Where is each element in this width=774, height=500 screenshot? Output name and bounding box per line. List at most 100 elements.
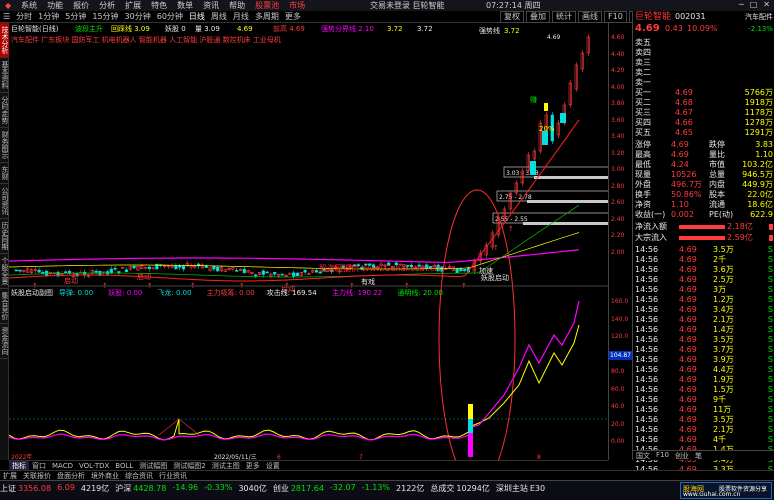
- stat-value: 4.24: [671, 160, 689, 169]
- panel-tab[interactable]: 国文: [633, 451, 653, 460]
- sidebar-tab[interactable]: 基本资料: [0, 58, 9, 93]
- kline-chart-svg[interactable]: 巨轮智能(日线) 波段主升 回踩线 3.09 妖股 0 量 3.09 4.69 前高 4…: [8, 23, 610, 487]
- sidebar-tab[interactable]: 历史同期: [0, 219, 9, 254]
- stat-value: 10526: [671, 170, 697, 179]
- quote-row: 14:56 4.69 2.1万 S: [635, 315, 773, 325]
- indicator-tab[interactable]: 设置: [263, 461, 283, 471]
- sidebar-tab[interactable]: 分时走势: [0, 93, 9, 128]
- info-tab[interactable]: 境外商业: [88, 471, 122, 481]
- toolbar-button[interactable]: 画线: [578, 10, 602, 23]
- stock-name: 巨轮智能: [635, 12, 672, 22]
- tick-volume: 3.6万: [713, 265, 734, 274]
- menu-item[interactable]: 分析: [94, 0, 120, 11]
- menu-item[interactable]: 特色: [146, 0, 172, 11]
- flow-bar: [679, 236, 725, 240]
- sidebar-tab[interactable]: 公司资讯: [0, 184, 9, 219]
- menu-item[interactable]: 功能: [42, 0, 68, 11]
- period-tab[interactable]: 15分钟: [89, 11, 121, 22]
- indicator-tab[interactable]: MACD: [49, 462, 76, 470]
- sidebar-tab[interactable]: 技术分析: [0, 23, 9, 58]
- menu-item[interactable]: 数单: [172, 0, 198, 11]
- candle-body: [292, 272, 296, 277]
- menu-item[interactable]: 系统: [16, 0, 42, 11]
- chart-area[interactable]: 巨轮智能(日线) 波段主升 回踩线 3.09 妖股 0 量 3.09 4.69 前高 4…: [8, 23, 610, 487]
- quote-row: 买二 4.68 1918万: [635, 98, 773, 108]
- tick-side: S: [767, 415, 773, 424]
- period-tab[interactable]: 分时: [13, 11, 35, 22]
- indicator-tab[interactable]: 窗口: [29, 461, 49, 471]
- period-tab[interactable]: 多周期: [252, 11, 282, 22]
- indicator-tab[interactable]: 测试主图: [209, 461, 243, 471]
- tick-time: 14:56: [635, 345, 659, 354]
- period-tab[interactable]: 月线: [230, 11, 252, 22]
- period-tab[interactable]: 5分钟: [62, 11, 89, 22]
- panel-tab[interactable]: 笔: [692, 451, 705, 460]
- menu-item[interactable]: 帮助: [224, 0, 250, 11]
- panel-tab[interactable]: F10: [653, 451, 672, 460]
- menu-highlight-item[interactable]: 市场: [284, 0, 310, 11]
- sidebar-tab[interactable]: 集合竞价: [0, 289, 9, 324]
- minimize-icon[interactable]: ─: [739, 0, 744, 9]
- indicator-field: 飞龙: 0.00: [157, 288, 191, 297]
- menu-item[interactable]: 扩展: [120, 0, 146, 11]
- tick-price: 4.69: [679, 405, 697, 414]
- info-tab[interactable]: 扩展: [0, 471, 20, 481]
- candle-body: [174, 265, 178, 270]
- quote-row: 14:56 4.69 3.5万 S: [635, 415, 773, 425]
- quote-row: 卖二: [635, 68, 773, 78]
- sidebar-tab[interactable]: 个股全景: [0, 254, 9, 289]
- period-tab[interactable]: 周线: [208, 11, 230, 22]
- panel-tab[interactable]: 创业: [672, 451, 692, 460]
- indicator-field: 通明线: 20.00: [397, 288, 443, 297]
- info-tab[interactable]: 关联报价: [20, 471, 54, 481]
- period-tab[interactable]: 60分钟: [154, 11, 186, 22]
- period-tab[interactable]: 更多: [282, 11, 304, 22]
- price-zone-bar: [527, 200, 609, 203]
- panel-tabs: 国文 F10 创业笔: [633, 450, 774, 460]
- close-icon[interactable]: ✕: [763, 0, 770, 9]
- indicator-tab[interactable]: 测试幅图: [136, 461, 170, 471]
- indicator-tab[interactable]: 测试幅图2: [170, 461, 208, 471]
- indicator-tab[interactable]: 更多: [243, 461, 263, 471]
- price-axis-tick: 3.80: [611, 100, 625, 107]
- toolbar-button[interactable]: 统计: [552, 10, 576, 23]
- info-tab[interactable]: 盘面分析: [54, 471, 88, 481]
- stat-label: 收益(一): [635, 210, 666, 219]
- ticker-label: 沪深: [115, 484, 132, 493]
- price-pct: 10.09%: [687, 24, 718, 33]
- stat-label: 量比: [709, 150, 725, 159]
- ticker-value: -0.33%: [204, 483, 233, 492]
- quote-row: 买一 4.69 5766万: [635, 88, 773, 98]
- toolbar-button[interactable]: 叠加: [526, 10, 550, 23]
- maximize-icon[interactable]: □: [750, 0, 758, 9]
- menu-highlight-item[interactable]: 股票池: [250, 0, 284, 11]
- info-tabs: 扩展 关联报价 盘面分析 境外商业 综合资讯 行业资讯: [0, 470, 774, 480]
- candle-body: [459, 268, 463, 272]
- menu-item[interactable]: 资讯: [198, 0, 224, 11]
- candle-body: [455, 268, 459, 274]
- toolbar-menu-icon[interactable]: ☰: [0, 12, 13, 21]
- period-tab[interactable]: 日线: [186, 11, 208, 22]
- tick-price: 4.69: [679, 315, 697, 324]
- info-tab[interactable]: 综合资讯: [122, 471, 156, 481]
- sidebar-tab[interactable]: 财务图示: [0, 128, 9, 163]
- info-tab[interactable]: 行业资讯: [156, 471, 190, 481]
- indicator-tab[interactable]: VOL-TDX: [76, 462, 112, 470]
- period-tab[interactable]: 1分钟: [35, 11, 62, 22]
- sidebar-tab[interactable]: 资金流向: [0, 324, 9, 359]
- tick-side: S: [767, 385, 773, 394]
- quote-row: 换手 50.86% 股本 22.0亿: [635, 190, 773, 200]
- indicator-tab[interactable]: BOLL: [112, 462, 136, 470]
- candle-body: [265, 271, 269, 274]
- indicator-axis-tick: 20.0: [611, 420, 625, 428]
- sidebar-tab[interactable]: 东财: [0, 163, 9, 184]
- ticker-item: 6.09: [57, 483, 75, 494]
- ticker-item: 沪深 4428.78: [115, 483, 166, 494]
- indicator-tab[interactable]: 指标: [9, 460, 29, 471]
- menu-item[interactable]: 报价: [68, 0, 94, 11]
- toolbar-button[interactable]: 复权: [500, 10, 524, 23]
- quote-row: 14:56 4.69 2.5万 S: [635, 275, 773, 285]
- strong-line-label: 强势线: [479, 26, 500, 35]
- period-tab[interactable]: 30分钟: [122, 11, 154, 22]
- toolbar-button[interactable]: F10: [604, 10, 627, 23]
